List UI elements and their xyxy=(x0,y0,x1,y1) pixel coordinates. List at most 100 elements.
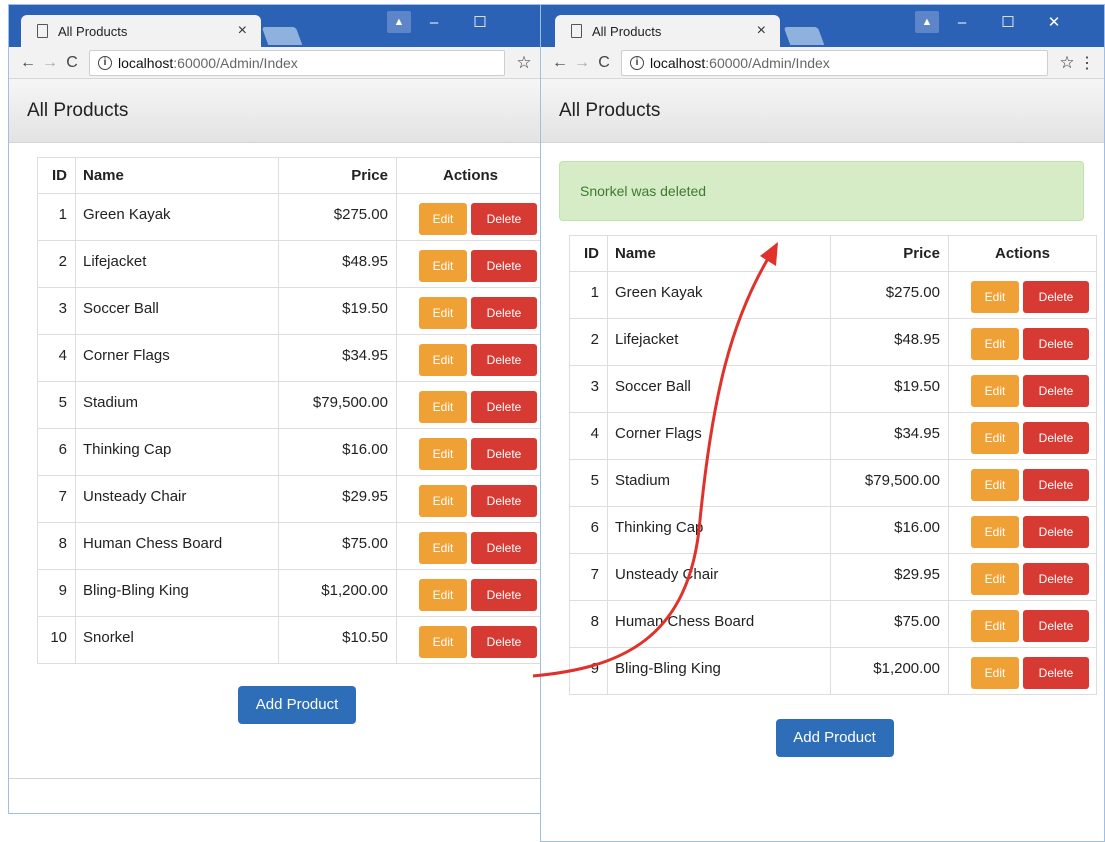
cell-actions: Edit Delete xyxy=(948,600,1097,648)
edit-button[interactable]: Edit xyxy=(419,438,467,470)
title-bar: All Products × ▲ – ☐ xyxy=(9,5,543,47)
edit-button[interactable]: Edit xyxy=(971,469,1019,501)
delete-button[interactable]: Delete xyxy=(471,438,537,470)
new-tab-button[interactable] xyxy=(783,27,825,45)
cell-actions: Edit Delete xyxy=(396,240,545,288)
reload-icon[interactable]: C xyxy=(593,54,615,72)
cell-actions: Edit Delete xyxy=(948,271,1097,319)
account-icon[interactable]: ▲ xyxy=(915,11,939,33)
edit-button[interactable]: Edit xyxy=(971,328,1019,360)
table-row: 9 Bling-Bling King $1,200.00 Edit Delete xyxy=(569,647,1097,695)
new-tab-button[interactable] xyxy=(261,27,303,45)
delete-button[interactable]: Delete xyxy=(471,579,537,611)
back-arrow-icon[interactable]: ← xyxy=(549,54,571,72)
title-bar: All Products × ▲ – ☐ ✕ xyxy=(541,5,1104,47)
url-host: localhost xyxy=(118,54,174,71)
cell-actions: Edit Delete xyxy=(396,475,545,523)
delete-button[interactable]: Delete xyxy=(471,532,537,564)
table-row: 5 Stadium $79,500.00 Edit Delete xyxy=(37,381,545,429)
address-bar[interactable]: i localhost:60000/Admin/Index xyxy=(89,49,505,76)
delete-button[interactable]: Delete xyxy=(471,626,537,658)
browser-tab[interactable]: All Products × xyxy=(555,15,780,47)
cell-name: Unsteady Chair xyxy=(75,475,279,523)
delete-button[interactable]: Delete xyxy=(1023,375,1089,407)
browser-window-left: All Products × ▲ – ☐ ← → C i localhost:6… xyxy=(8,4,545,814)
header-id: ID xyxy=(37,157,76,194)
delete-button[interactable]: Delete xyxy=(471,203,537,235)
cell-price: $1,200.00 xyxy=(278,569,397,617)
edit-button[interactable]: Edit xyxy=(971,281,1019,313)
products-table: ID Name Price Actions 1 Green Kayak $275.0… xyxy=(37,157,545,664)
forward-arrow-icon[interactable]: → xyxy=(571,54,593,72)
cell-id: 9 xyxy=(37,569,76,617)
edit-button[interactable]: Edit xyxy=(419,579,467,611)
maximize-icon[interactable]: ☐ xyxy=(457,13,503,31)
edit-button[interactable]: Edit xyxy=(971,516,1019,548)
add-product-button[interactable]: Add Product xyxy=(238,686,356,724)
delete-button[interactable]: Delete xyxy=(1023,610,1089,642)
cell-id: 7 xyxy=(569,553,608,601)
edit-button[interactable]: Edit xyxy=(419,391,467,423)
info-icon[interactable]: i xyxy=(630,55,644,70)
delete-button[interactable]: Delete xyxy=(1023,328,1089,360)
delete-button[interactable]: Delete xyxy=(1023,422,1089,454)
minimize-icon[interactable]: – xyxy=(939,14,985,31)
browser-toolbar: ← → C i localhost:60000/Admin/Index ☆ ⋮ xyxy=(541,47,1104,79)
delete-button[interactable]: Delete xyxy=(471,344,537,376)
delete-button[interactable]: Delete xyxy=(471,485,537,517)
delete-button[interactable]: Delete xyxy=(471,250,537,282)
edit-button[interactable]: Edit xyxy=(971,610,1019,642)
delete-button[interactable]: Delete xyxy=(471,391,537,423)
table-row: 7 Unsteady Chair $29.95 Edit Delete xyxy=(569,553,1097,601)
address-bar[interactable]: i localhost:60000/Admin/Index xyxy=(621,49,1048,76)
delete-button[interactable]: Delete xyxy=(471,297,537,329)
cell-name: Stadium xyxy=(607,459,831,507)
cell-price: $16.00 xyxy=(830,506,949,554)
star-icon[interactable]: ☆ xyxy=(1056,53,1078,73)
cell-name: Green Kayak xyxy=(75,193,279,241)
cell-price: $29.95 xyxy=(278,475,397,523)
edit-button[interactable]: Edit xyxy=(419,532,467,564)
table-row: 3 Soccer Ball $19.50 Edit Delete xyxy=(37,287,545,335)
edit-button[interactable]: Edit xyxy=(971,375,1019,407)
cell-id: 8 xyxy=(569,600,608,648)
browser-tab[interactable]: All Products × xyxy=(21,15,261,47)
table-header-row: ID Name Price Actions xyxy=(569,235,1097,272)
cell-id: 4 xyxy=(569,412,608,460)
edit-button[interactable]: Edit xyxy=(419,203,467,235)
table-row: 8 Human Chess Board $75.00 Edit Delete xyxy=(37,522,545,570)
back-arrow-icon[interactable]: ← xyxy=(17,54,39,72)
table-body: 1 Green Kayak $275.00 Edit Delete 2 Lifejacket… xyxy=(569,271,1097,695)
edit-button[interactable]: Edit xyxy=(419,344,467,376)
edit-button[interactable]: Edit xyxy=(419,485,467,517)
edit-button[interactable]: Edit xyxy=(971,422,1019,454)
delete-button[interactable]: Delete xyxy=(1023,469,1089,501)
tab-close-icon[interactable]: × xyxy=(757,22,766,40)
close-icon[interactable]: ✕ xyxy=(1031,13,1077,31)
kebab-menu-icon[interactable]: ⋮ xyxy=(1078,53,1096,73)
star-icon[interactable]: ☆ xyxy=(513,53,535,73)
products-table: ID Name Price Actions 1 Green Kayak $275.0… xyxy=(569,235,1097,695)
info-icon[interactable]: i xyxy=(98,55,112,70)
cell-price: $79,500.00 xyxy=(830,459,949,507)
cell-price: $10.50 xyxy=(278,616,397,664)
delete-button[interactable]: Delete xyxy=(1023,281,1089,313)
tab-close-icon[interactable]: × xyxy=(238,22,247,40)
reload-icon[interactable]: C xyxy=(61,54,83,72)
delete-button[interactable]: Delete xyxy=(1023,563,1089,595)
delete-button[interactable]: Delete xyxy=(1023,516,1089,548)
minimize-icon[interactable]: – xyxy=(411,14,457,31)
edit-button[interactable]: Edit xyxy=(971,563,1019,595)
edit-button[interactable]: Edit xyxy=(419,250,467,282)
edit-button[interactable]: Edit xyxy=(419,297,467,329)
edit-button[interactable]: Edit xyxy=(419,626,467,658)
cell-name: Thinking Cap xyxy=(607,506,831,554)
cell-id: 10 xyxy=(37,616,76,664)
delete-button[interactable]: Delete xyxy=(1023,657,1089,689)
edit-button[interactable]: Edit xyxy=(971,657,1019,689)
cell-id: 2 xyxy=(37,240,76,288)
forward-arrow-icon[interactable]: → xyxy=(39,54,61,72)
maximize-icon[interactable]: ☐ xyxy=(985,13,1031,31)
account-icon[interactable]: ▲ xyxy=(387,11,411,33)
add-product-button[interactable]: Add Product xyxy=(775,719,894,757)
